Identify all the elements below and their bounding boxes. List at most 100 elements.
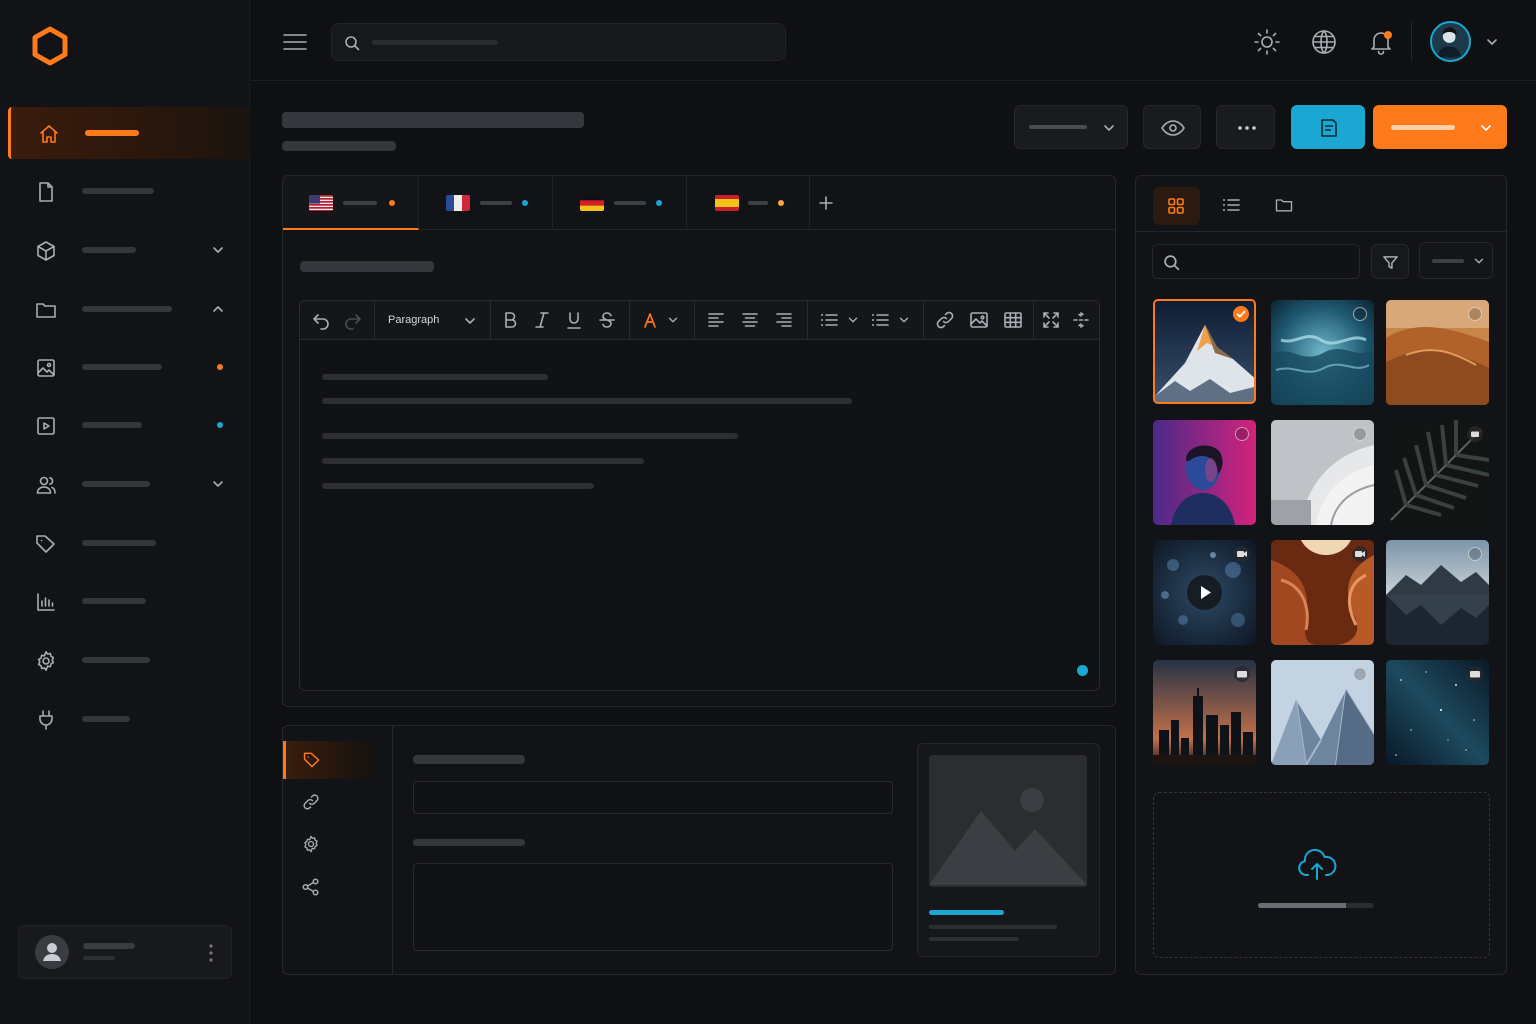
upload-dropzone[interactable]	[1153, 792, 1490, 958]
description-textarea[interactable]	[413, 863, 893, 951]
media-thumbnail-city[interactable]	[1153, 660, 1256, 765]
hamburger-icon[interactable]	[281, 28, 309, 56]
sort-select[interactable]	[1419, 242, 1493, 279]
link-icon[interactable]	[301, 792, 321, 812]
align-center-icon[interactable]	[739, 309, 761, 331]
bold-icon[interactable]	[499, 309, 521, 331]
tags-input[interactable]	[413, 781, 893, 814]
media-thumbnail-video-bokeh[interactable]	[1153, 540, 1256, 645]
share-icon[interactable]	[301, 877, 321, 897]
bell-icon[interactable]	[1367, 28, 1395, 56]
chevron-down-icon[interactable]	[846, 313, 860, 327]
tab-spanish[interactable]	[688, 176, 810, 230]
globe-icon[interactable]	[1310, 28, 1338, 56]
tab-english[interactable]	[283, 176, 419, 230]
media-thumbnail-desert[interactable]	[1386, 300, 1489, 405]
select-circle[interactable]	[1353, 307, 1367, 321]
folder-view-icon[interactable]	[1274, 195, 1294, 215]
chevron-down-icon[interactable]	[1484, 34, 1500, 50]
chevron-up-icon[interactable]	[210, 301, 226, 317]
gear-icon[interactable]	[301, 834, 321, 854]
kebab-menu-icon[interactable]	[205, 943, 217, 963]
sidebar-item-analytics[interactable]	[8, 575, 250, 627]
publish-button-label	[1391, 125, 1455, 130]
media-search-input[interactable]	[1152, 244, 1360, 279]
select-circle[interactable]	[1235, 427, 1249, 441]
select-circle[interactable]	[1468, 307, 1482, 321]
sun-icon[interactable]	[1253, 28, 1281, 56]
media-thumbnail-portrait[interactable]	[1153, 420, 1256, 525]
status-select[interactable]	[1014, 105, 1128, 149]
publish-button[interactable]	[1373, 105, 1507, 149]
link-icon[interactable]	[934, 309, 956, 331]
tab-french[interactable]	[420, 176, 553, 230]
media-thumbnail-mountain[interactable]	[1153, 299, 1256, 404]
media-thumbnail-ocean[interactable]	[1271, 300, 1374, 405]
avatar[interactable]	[1430, 21, 1471, 62]
table-icon[interactable]	[1002, 309, 1024, 331]
sidebar-item-folders[interactable]	[8, 283, 250, 335]
sidebar-item-label	[82, 247, 136, 253]
italic-icon[interactable]	[531, 309, 553, 331]
bar-chart-icon	[37, 593, 55, 611]
underline-icon[interactable]	[563, 309, 585, 331]
media-thumbnail-leaf[interactable]	[1386, 420, 1489, 525]
sidebar-item-images[interactable]	[8, 341, 250, 393]
redo-icon[interactable]	[342, 309, 364, 331]
media-thumbnail-canyon[interactable]	[1271, 540, 1374, 645]
media-thumbnail-architecture[interactable]	[1271, 420, 1374, 525]
select-circle[interactable]	[1468, 547, 1482, 561]
plus-icon[interactable]	[818, 195, 834, 211]
search-icon	[345, 36, 360, 51]
chevron-down-icon	[1104, 125, 1114, 131]
checkmark-icon	[1233, 306, 1249, 322]
tab-german[interactable]	[554, 176, 687, 230]
media-thumbnail-lake[interactable]	[1386, 540, 1489, 645]
play-button-icon[interactable]	[1187, 575, 1222, 610]
profile-card[interactable]	[18, 925, 232, 979]
hexagon-logo-icon[interactable]	[30, 26, 70, 66]
select-circle[interactable]	[1353, 667, 1367, 681]
sidebar-item-settings[interactable]	[8, 634, 250, 686]
align-left-icon[interactable]	[705, 309, 727, 331]
select-circle[interactable]	[1353, 427, 1367, 441]
text-line	[322, 483, 594, 489]
bulleted-list-icon[interactable]	[818, 309, 840, 331]
sidebar-item-pages[interactable]	[8, 165, 250, 217]
chevron-down-icon[interactable]	[897, 313, 911, 327]
numbered-list-icon[interactable]	[869, 309, 891, 331]
more-options-button[interactable]	[1216, 105, 1275, 149]
search-input[interactable]	[331, 23, 786, 61]
chevron-down-icon[interactable]	[666, 313, 680, 327]
tab-label	[480, 201, 512, 205]
list-view-icon[interactable]	[1221, 195, 1241, 215]
save-button[interactable]	[1291, 105, 1365, 149]
profile-name	[83, 943, 135, 949]
sidebar-item-home[interactable]	[8, 107, 250, 159]
sidebar-item-plugins[interactable]	[8, 693, 250, 745]
text-color-icon[interactable]	[639, 309, 661, 331]
grid-view-button[interactable]	[1153, 187, 1200, 225]
fullscreen-icon[interactable]	[1040, 309, 1062, 331]
sidebar-item-users[interactable]	[8, 458, 250, 510]
meta-tab-tags[interactable]	[283, 741, 373, 779]
rich-text-editor[interactable]	[299, 339, 1100, 691]
undo-icon[interactable]	[310, 309, 332, 331]
preview-button[interactable]	[1143, 105, 1201, 149]
block-format-select[interactable]: Paragraph	[380, 307, 490, 335]
align-right-icon[interactable]	[773, 309, 795, 331]
page-break-icon[interactable]	[1070, 309, 1092, 331]
media-thumbnail-glass-facade[interactable]	[1271, 660, 1374, 765]
sidebar-item-videos[interactable]	[8, 399, 250, 451]
filter-button[interactable]	[1371, 244, 1409, 279]
tab-label	[343, 201, 377, 205]
image-icon[interactable]	[968, 309, 990, 331]
chevron-down-icon[interactable]	[210, 242, 226, 258]
chevron-down-icon[interactable]	[210, 476, 226, 492]
status-dot	[217, 422, 223, 428]
sidebar-item-tags[interactable]	[8, 517, 250, 569]
media-thumbnail-milky-way[interactable]	[1386, 660, 1489, 765]
featured-image-card[interactable]	[917, 743, 1100, 957]
strikethrough-icon[interactable]	[596, 309, 618, 331]
sidebar-item-products[interactable]	[8, 224, 250, 276]
